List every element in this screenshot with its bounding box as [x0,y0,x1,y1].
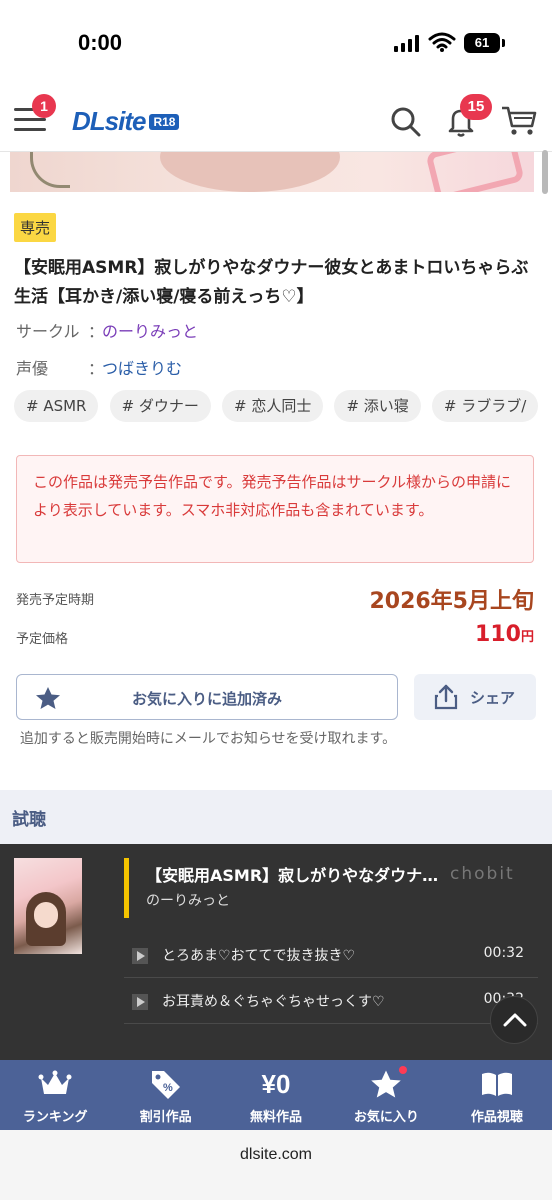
logo-r18-badge: R18 [149,113,180,130]
track-item[interactable]: お耳責め＆ぐちゃぐちゃせっくす♡ 00:32 [124,978,538,1024]
track-duration: 00:32 [483,945,524,961]
price-label: 予定価格 [16,632,69,647]
favorite-note: 追加すると販売開始時にメールでお知らせを受け取れます。 [19,731,397,747]
trial-heading: 試聴 [12,810,46,830]
favorite-label: お気に入りに追加済み [131,690,282,708]
track-name: お耳責め＆ぐちゃぐちゃせっくす♡ [162,994,385,1010]
star-icon [370,1068,402,1100]
crown-icon [38,1068,72,1100]
notification-badge: 15 [460,94,492,120]
trial-title: 【安眠用ASMR】寂しがりやなダウナー彼女とあまトロいちゃらぶ生活 [146,866,446,885]
genre-tag[interactable]: # 添い寝 [334,390,421,422]
circle-label: サークル [16,322,80,341]
voice-actor-row: 声優 ：つばきりむ [16,355,182,379]
dlsite-logo[interactable]: DLsite R18 [72,106,180,137]
voice-label: 声優 [16,359,49,378]
release-date: 2026年5月上旬 [369,589,534,614]
logo-text: DLsite [72,106,146,136]
voice-sep: ： [88,359,105,378]
page-scrollbar[interactable] [542,150,548,194]
exclusive-tag: 専売 [14,213,57,242]
nav-ranking[interactable]: ランキング [0,1060,110,1130]
wifi-icon [428,32,456,56]
browser-url-bar[interactable]: dlsite.com [0,1130,552,1200]
pre-release-notice: この作品は発売予告作品です。発売予告作品はサークル様からの申請により表示していま… [16,455,534,563]
genre-tags: # ASMR # ダウナー # 恋人同士 # 添い寝 # ラブラブ/ [14,390,552,424]
nav-free[interactable]: ¥0 無料作品 [221,1060,331,1130]
book-icon [480,1068,514,1100]
app-header: 1 DLsite R18 15 [0,86,552,152]
trial-cover-image[interactable] [14,858,82,954]
play-icon[interactable] [132,948,148,964]
scroll-to-top-button[interactable] [490,996,538,1044]
battery-tip [502,39,505,47]
status-bar: 0:00 61 [0,0,552,86]
genre-tag[interactable]: # 恋人同士 [222,390,324,422]
genre-tag[interactable]: # ダウナー [109,390,211,422]
track-item[interactable]: とろあま♡おててで抜き抜き♡ 00:32 [124,932,538,978]
trial-circle: のーりみっと [146,893,230,909]
menu-badge: 1 [32,94,56,118]
genre-tag[interactable]: # ラブラブ/ [431,390,539,422]
free-icon-text: ¥0 [261,1068,291,1099]
nav-favorites[interactable]: お気に入り [331,1060,441,1130]
free-icon: ¥0 [262,1068,291,1100]
trial-section-header: 試聴 [0,790,552,844]
chevron-up-icon [503,1013,527,1027]
play-icon[interactable] [132,994,148,1010]
nav-label: 作品視聴 [470,1110,523,1125]
nav-label: お気に入り [353,1110,419,1125]
genre-tag[interactable]: # ASMR [14,390,99,422]
product-title: 【安眠用ASMR】寂しがりやなダウナー彼女とあまトロいちゃらぶ生活【耳かき/添い… [14,258,529,307]
price-value: 110円 [475,622,534,647]
release-label: 発売予定時期 [16,593,95,608]
url-text: dlsite.com [239,1146,313,1163]
favorite-button[interactable]: お気に入りに追加済み [16,674,398,720]
share-button[interactable]: シェア [414,674,536,720]
share-label: シェア [470,689,516,707]
search-icon[interactable] [390,106,422,142]
bottom-navigation: ランキング % 割引作品 ¥0 無料作品 お気に入り 作品視聴 [0,1060,552,1130]
svg-text:%: % [163,1082,173,1094]
signal-icon [394,34,419,52]
voice-actor-link[interactable]: つばきりむ [102,359,182,378]
discount-tag-icon: % [149,1068,183,1100]
cart-icon[interactable] [500,104,538,142]
player-accent-bar [124,858,129,918]
nav-viewing[interactable]: 作品視聴 [442,1060,552,1130]
circle-link[interactable]: のーりみっと [102,322,198,341]
price-amount: 110 [475,622,521,647]
nav-label: ランキング [22,1110,88,1125]
price-unit: 円 [520,630,534,645]
status-time: 0:00 [78,30,123,55]
track-name: とろあま♡おててで抜き抜き♡ [162,948,356,964]
nav-label: 割引作品 [139,1110,192,1125]
chobit-logo[interactable]: chobit [450,864,515,884]
battery-icon: 61 [464,33,500,53]
nav-label: 無料作品 [250,1110,303,1125]
trial-player: 【安眠用ASMR】寂しがりやなダウナー彼女とあまトロいちゃらぶ生活 のーりみっと… [0,844,552,1060]
circle-sep: ： [88,322,105,341]
circle-row: サークル ：のーりみっと [16,318,198,342]
product-banner-image [10,152,534,192]
favorites-dot [399,1066,408,1074]
share-icon [434,684,458,714]
nav-discount[interactable]: % 割引作品 [110,1060,220,1130]
